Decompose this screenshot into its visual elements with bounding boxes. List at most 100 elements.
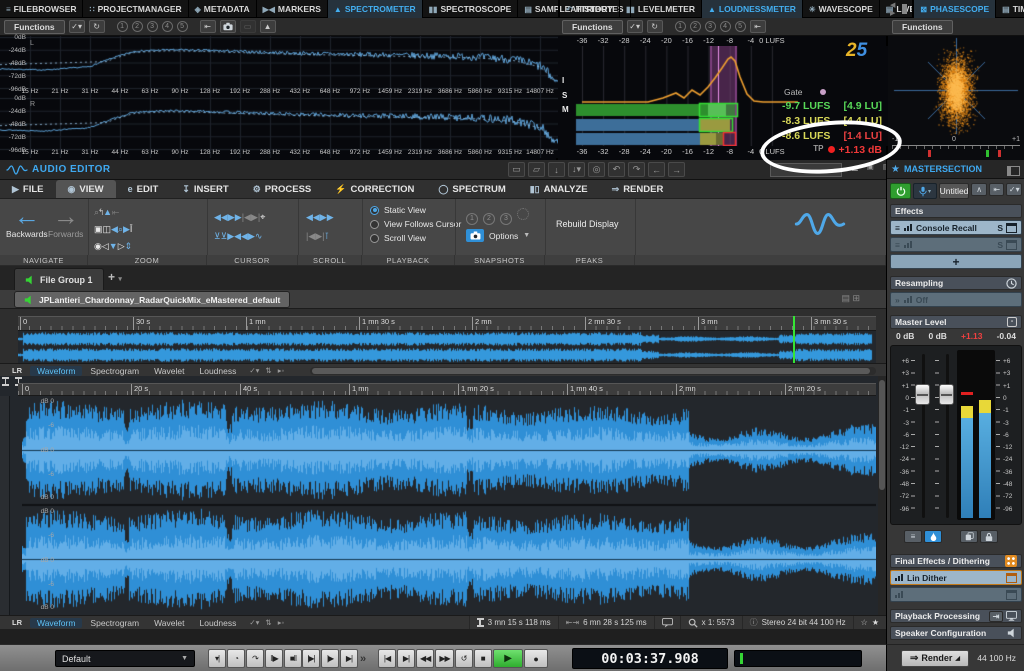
drop-marker-button[interactable]: ▾| [208,649,226,668]
preset-4-button[interactable]: 4 [162,21,173,32]
check-options-icon[interactable]: ✓▾ [69,20,85,33]
overview-scrollbar[interactable] [310,367,876,375]
ribbon-tab-edit[interactable]: eEDIT [116,180,171,198]
ribbon-tab-correction[interactable]: ⚡CORRECTION [323,180,426,198]
refresh-icon[interactable]: ↻ [647,20,663,33]
view-tab-spectrogram[interactable]: Spectrogram [83,366,146,376]
fader-r-track[interactable] [946,354,949,518]
functions-check-icon[interactable]: ✓▾ [1006,183,1022,196]
file-tab[interactable]: JPLantieri_Chardonnay_RadarQuickMix_eMas… [14,291,290,308]
check-options-icon[interactable]: ✓▾ [627,20,643,33]
unlink-faders-button[interactable]: ≡ [904,530,922,543]
scroll-tools[interactable]: ◀◀▶▶ |◀▶|⊺ [306,207,358,245]
tab-time[interactable]: ▤TIM [996,0,1024,18]
snapshot-button[interactable]: 3 [500,213,512,225]
ribbon-tab-spectrum[interactable]: ◯SPECTRUM [426,180,517,198]
collapse-icon[interactable]: - [1007,317,1017,327]
ribbon-tab-file[interactable]: ▶FILE [0,180,56,198]
minimize-icon[interactable]: ▁ [852,162,858,171]
open-folder-icon[interactable]: ▱ [528,162,545,177]
snapshot-button[interactable] [517,208,529,220]
toolbar-dropdown[interactable]: ▾ [770,163,842,177]
go-end-button[interactable]: ▶| [397,649,415,668]
layout-icon[interactable]: ▣ [867,162,874,171]
audio-format-field[interactable]: ⓘStereo 24 bit 44 100 Hz [742,616,853,629]
preset-3-button[interactable]: 3 [705,21,716,32]
sync-icon[interactable]: ⇅ [265,618,271,627]
preset-mic-button[interactable]: ▾ [913,183,936,199]
record-button[interactable]: ● [524,649,548,668]
background-image-icon[interactable]: ▲ [260,20,276,33]
effect-slot-1[interactable]: ≡ Console Recall S [890,220,1022,235]
tab-levelmeter[interactable]: ▮▮LEVELMETER [620,0,702,18]
tab-spectroscope[interactable]: ▮▮SPECTROSCOPE [423,0,519,18]
play-button[interactable]: ▶ [493,649,523,668]
snapshot-camera-icon[interactable] [220,20,236,33]
backwards-button[interactable]: ← Backwards [6,203,48,239]
master-preset-name[interactable]: Untitled [939,183,970,199]
preset-4-button[interactable]: 4 [720,21,731,32]
phasescope-functions-button[interactable]: Functions [892,20,953,34]
selection-length-field[interactable]: ⇤⇥6 mn 28 s 125 ms [558,616,654,629]
snapshot-options[interactable]: Options ▼ [466,229,530,242]
effect-slot-2-empty[interactable]: ≡ S [890,237,1022,252]
tab-phasescope[interactable]: ⊠PHASESCOPE [914,0,996,18]
tab-metadata[interactable]: ◈METADATA [189,0,257,18]
rewind-button[interactable]: ◀◀ [416,649,434,668]
playback-processing-header[interactable]: Playback Processing⇥ [890,609,1022,623]
bypass-icon[interactable] [1006,573,1017,583]
preset-2-button[interactable]: 2 [690,21,701,32]
stop-button[interactable]: ■ [474,649,492,668]
view-tab-loudness[interactable]: Loudness [192,618,243,628]
add-effect-button[interactable]: + [890,254,1022,269]
add-file-group-button[interactable]: + ▾ [108,270,122,284]
zoom-factor-field[interactable]: x 1: 5573 [680,616,742,629]
cursor-tools[interactable]: ◀◀▶▶|◀▶|⌖ ⊻⊻▶◀◀▶∿ [214,207,294,245]
forwards-button[interactable]: → Forwards [48,203,83,239]
preset-1-button[interactable]: 1 [117,21,128,32]
rebuild-display-button[interactable]: Rebuild Display [556,219,619,229]
preset-5-button[interactable]: 5 [735,21,746,32]
tab-loudnessmeter[interactable]: ▲LOUDNESSMETER [702,0,803,18]
main-ruler[interactable]: 020 s40 s1 mn1 mn 20 s1 mn 40 s2 mn2 mn … [18,383,876,396]
master-level-header[interactable]: Master Level- [890,315,1022,329]
annotation-bubble-button[interactable] [654,616,680,629]
dither-slot[interactable]: Lin Dither [890,570,1022,585]
meter-mode-button[interactable] [924,530,942,543]
view-tab-spectrogram[interactable]: Spectrogram [83,618,146,628]
tab-spectrometer[interactable]: ▲SPECTROMETER [328,0,423,18]
cursor-time-field[interactable]: 3 mn 15 s 118 ms [469,616,558,629]
panel-options-icon[interactable] [1007,166,1020,176]
vertical-scrollbar[interactable] [878,376,886,616]
dither-slot-2-empty[interactable] [890,587,1022,602]
loop-button[interactable]: ↺ [455,649,473,668]
tab-list-icon[interactable]: ▤ ⊞ [841,293,860,304]
resampling-section-header[interactable]: Resampling [890,276,1022,290]
play-selection-button[interactable]: |▶| [302,649,320,668]
fader-l-track[interactable] [922,354,925,518]
render-button[interactable]: ⇒Render◢ [901,650,969,667]
resampling-slot[interactable]: » Off [890,292,1022,307]
transport-preset-select[interactable]: Default▼ [55,650,195,667]
overview-ruler[interactable]: 030 s1 mn1 mn 30 s2 mn2 mn 30 s3 mn3 mn … [18,316,876,331]
file-group-tab[interactable]: File Group 1 [14,268,104,290]
preset-1-button[interactable]: 1 [675,21,686,32]
tab-wavescope[interactable]: ✳WAVESCOPE [803,0,880,18]
speaker-configuration-header[interactable]: Speaker Configuration [890,626,1022,640]
tab-scroll-arrows[interactable]: ◀ ▶ [888,0,897,17]
lock-button[interactable] [980,530,998,543]
refresh-icon[interactable]: ↻ [89,20,105,33]
forward-button[interactable]: ▶▶ [435,649,453,668]
fader-l-handle[interactable] [915,384,930,405]
stop-at-button[interactable]: ■‖ [284,649,302,668]
save-as-icon[interactable]: ↓▾ [568,162,585,177]
play-to-end-button[interactable]: ▶| [340,649,358,668]
ribbon-tab-view[interactable]: ◉VIEW [56,180,116,198]
back-icon[interactable]: ← [648,162,665,177]
timecode-button[interactable]: ◔ [227,649,245,668]
insert-icon[interactable]: ⇥ [989,611,1003,622]
preset-3-button[interactable]: 3 [147,21,158,32]
snapshot-button[interactable]: 2 [483,213,495,225]
master-power-button[interactable] [890,183,911,199]
fader-r-handle[interactable] [939,384,954,405]
